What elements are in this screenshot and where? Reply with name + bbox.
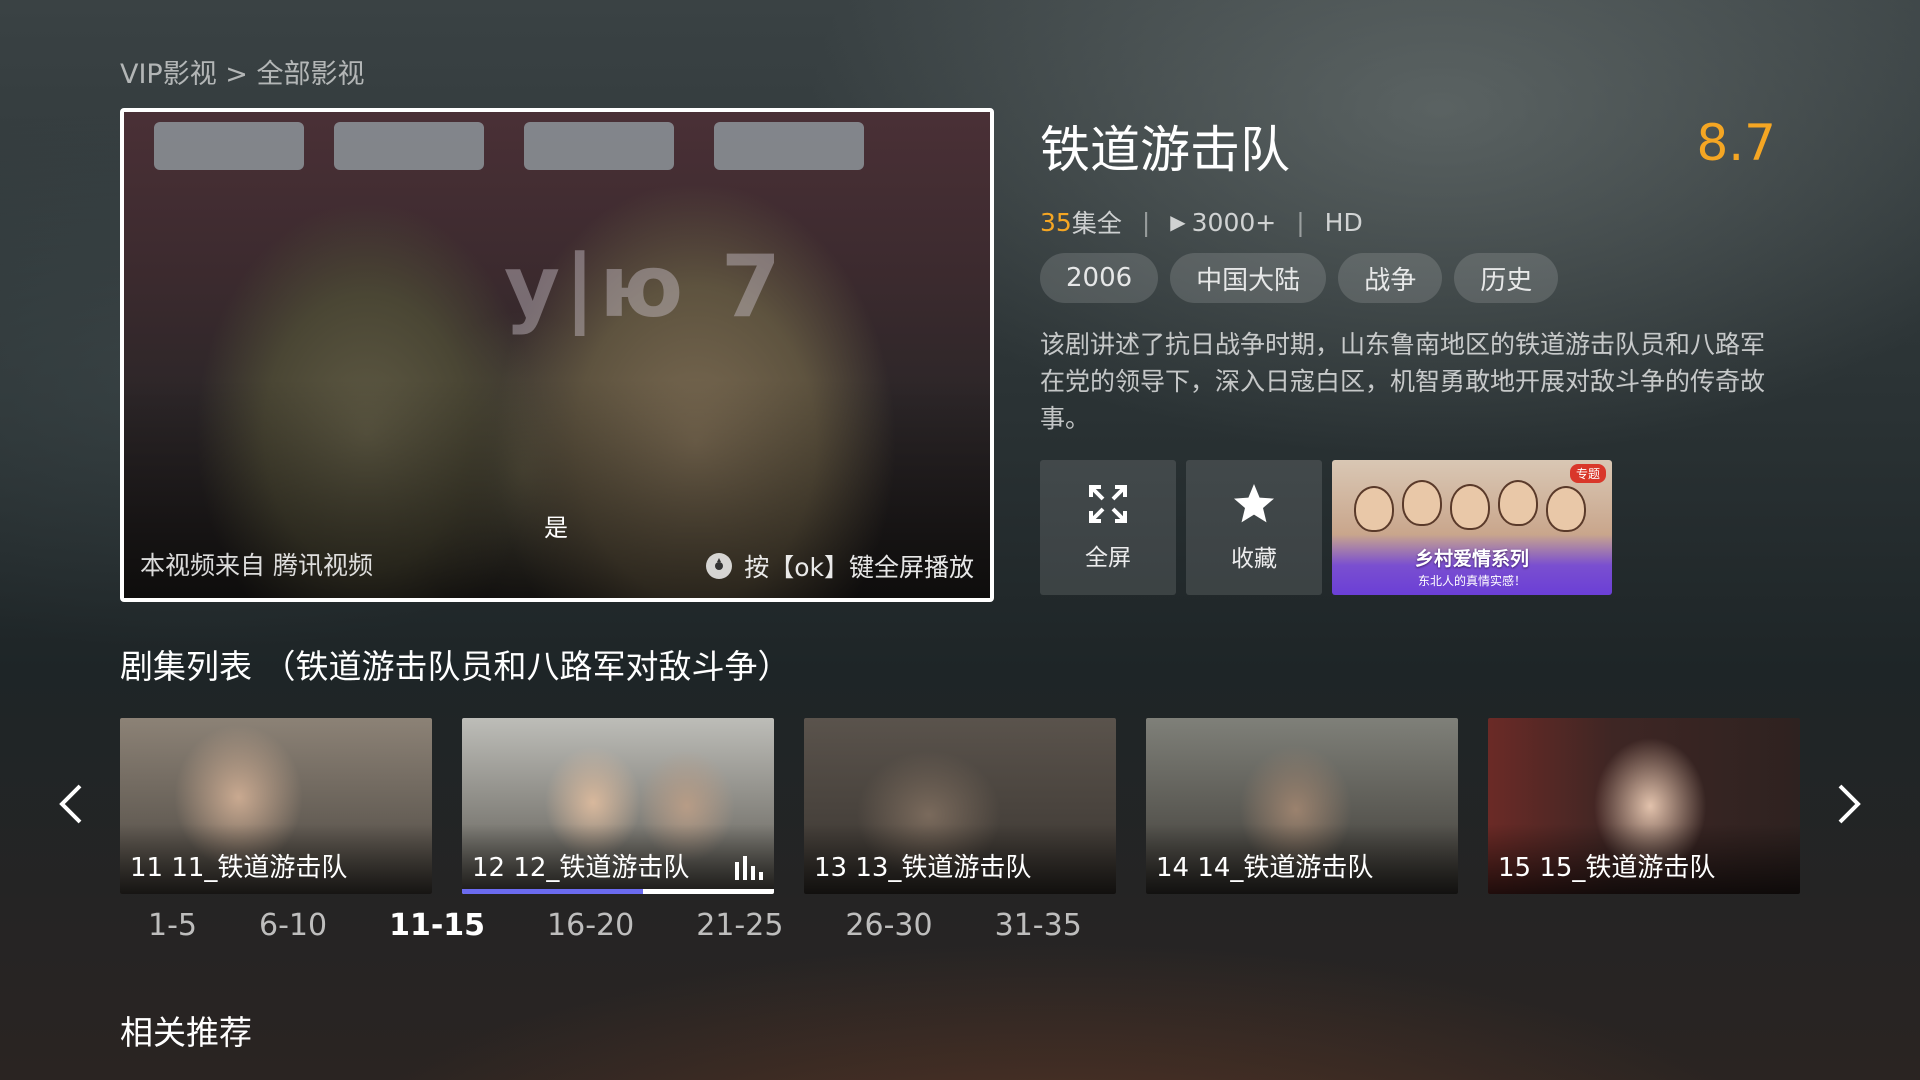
show-description: 该剧讲述了抗日战争时期，山东鲁南地区的铁道游击队员和八路军在党的领导下，深入日寇… (1040, 330, 1766, 433)
range-tab-26-30[interactable]: 26-30 (845, 908, 932, 943)
episode-card[interactable]: 11 11_铁道游击队 (120, 718, 432, 894)
quality-label: HD (1324, 207, 1363, 237)
episode-card[interactable]: 14 14_铁道游击队 (1146, 718, 1458, 894)
favorite-button-label: 收藏 (1231, 545, 1277, 572)
episode-count: 35 (1040, 207, 1072, 237)
fullscreen-icon (1089, 484, 1127, 523)
show-meta: 35 集全 | ▶ 3000+ | HD (1040, 204, 1363, 240)
tag-list: 2006 中国大陆 战争 历史 (1040, 253, 1559, 303)
episode-card[interactable]: 13 13_铁道游击队 (804, 718, 1116, 894)
episode-card-label: 15 15_铁道游击队 (1498, 853, 1716, 883)
range-tab-31-35[interactable]: 31-35 (995, 908, 1082, 943)
promo-illustration (1332, 468, 1612, 548)
show-score: 8.7 (1696, 114, 1776, 172)
tag-year[interactable]: 2006 (1040, 253, 1159, 303)
tag-genre-history[interactable]: 历史 (1454, 253, 1559, 303)
episode-progress-fill (462, 889, 643, 894)
promo-title: 乡村爱情系列 (1414, 548, 1529, 570)
range-tab-21-25[interactable]: 21-25 (696, 908, 783, 943)
star-icon (1234, 483, 1274, 522)
play-icon: ▶ (1170, 210, 1186, 234)
related-title: 相关推荐 (120, 1013, 252, 1052)
range-tab-1-5[interactable]: 1-5 (148, 908, 197, 943)
episode-card-label: 11 11_铁道游击队 (130, 853, 348, 883)
meta-divider: | (1296, 207, 1305, 237)
video-frame-sign: у|ю 7 (504, 237, 785, 337)
fullscreen-button[interactable]: 全屏 (1040, 460, 1176, 595)
chevron-right-icon[interactable] (1834, 782, 1864, 826)
favorite-button[interactable]: 收藏 (1186, 460, 1322, 595)
range-tab-6-10[interactable]: 6-10 (259, 908, 327, 943)
episode-count-suffix: 集全 (1071, 209, 1122, 238)
video-frame-background (124, 122, 990, 174)
episode-carousel: 11 11_铁道游击队 12 12_铁道游击队 13 13_铁道游击队 14 1… (120, 718, 1800, 900)
video-source-text: 本视频来自 腾讯视频 (140, 551, 373, 580)
promo-banner[interactable]: 专题 乡村爱情系列 东北人的真情实感！ (1332, 460, 1612, 595)
action-bar: 全屏 收藏 专题 乡村爱情系列 东北人的真情实感！ (1040, 460, 1612, 595)
tag-region[interactable]: 中国大陆 (1170, 253, 1327, 303)
episode-card-label: 14 14_铁道游击队 (1156, 853, 1374, 883)
promo-subtitle: 东北人的真情实感！ (1417, 574, 1526, 588)
episode-card[interactable]: 15 15_铁道游击队 (1488, 718, 1800, 894)
episode-card-label: 12 12_铁道游击队 (472, 853, 690, 883)
meta-divider: | (1141, 207, 1151, 237)
fullscreen-hint-text: 按【ok】键全屏播放 (744, 553, 974, 582)
fullscreen-button-label: 全屏 (1085, 544, 1131, 571)
episode-range-tabs: 1-5 6-10 11-15 16-20 21-25 26-30 31-35 (148, 908, 1144, 943)
fullscreen-hint: 按【ok】键全屏播放 (706, 548, 974, 584)
chevron-left-icon[interactable] (56, 782, 86, 826)
episode-list-title: 剧集列表 （铁道游击队员和八路军对敌斗争） (120, 647, 791, 686)
episode-card-label: 13 13_铁道游击队 (814, 853, 1032, 883)
show-title: 铁道游击队 (1040, 121, 1290, 179)
ok-key-icon (706, 553, 733, 579)
tag-genre-war[interactable]: 战争 (1338, 253, 1443, 303)
video-player[interactable]: у|ю 7 是 本视频来自 腾讯视频 按【ok】键全屏播放 (120, 108, 994, 602)
episode-card-active[interactable]: 12 12_铁道游击队 (462, 718, 774, 894)
range-tab-16-20[interactable]: 16-20 (547, 908, 634, 943)
range-tab-11-15[interactable]: 11-15 (389, 908, 485, 943)
breadcrumb: VIP影视 > 全部影视 (120, 59, 365, 90)
video-subtitle: 是 (544, 514, 568, 542)
view-count: 3000+ (1191, 207, 1277, 237)
promo-badge: 专题 (1569, 464, 1606, 483)
equalizer-icon (735, 856, 763, 880)
